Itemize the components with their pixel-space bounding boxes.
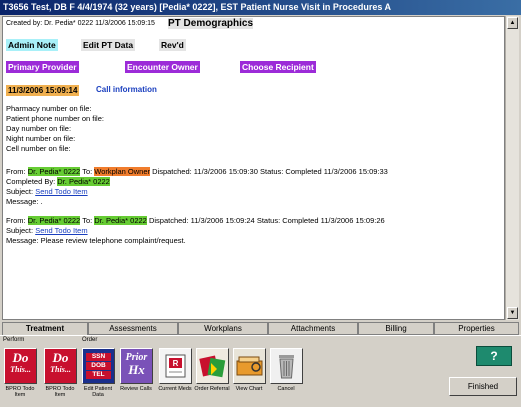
bpro-todo-label-2: BPRO Todo Item bbox=[45, 386, 75, 398]
bpro-todo-label-1: BPRO Todo Item bbox=[5, 386, 35, 398]
message-2-subject: Subject: Send Todo Item bbox=[6, 226, 88, 235]
pt-demographics-title[interactable]: PT Demographics bbox=[168, 18, 254, 29]
to-label: To: bbox=[82, 167, 93, 176]
patient-phone-line: Patient phone number on file: bbox=[6, 114, 104, 123]
encounter-owner-button[interactable]: Encounter Owner bbox=[125, 61, 200, 73]
vertical-scrollbar[interactable]: ▲ ▼ bbox=[505, 16, 519, 320]
message-1-body: Message: . bbox=[6, 197, 43, 206]
from-sender[interactable]: Dr. Pedia* 0222 bbox=[27, 167, 81, 176]
night-number-line: Night number on file: bbox=[6, 134, 76, 143]
prior-hx-icon: Prior Hx bbox=[125, 352, 148, 377]
cancel-button[interactable] bbox=[270, 348, 303, 384]
day-number-line: Day number on file: bbox=[6, 124, 72, 133]
pharmacy-number-line: Pharmacy number on file: bbox=[6, 104, 92, 113]
message-1-header: From: Dr. Pedia* 0222 To: Workplan Owner… bbox=[6, 167, 388, 176]
finished-button[interactable]: Finished bbox=[449, 377, 517, 396]
message-1-subject: Subject: Send Todo Item bbox=[6, 187, 88, 196]
review-calls-label: Review Calls bbox=[120, 386, 152, 392]
order-group-label: Order bbox=[82, 337, 98, 343]
do-this-icon: Do This... bbox=[10, 350, 31, 375]
tab-workplans[interactable]: Workplans bbox=[178, 322, 268, 335]
scroll-down-icon[interactable]: ▼ bbox=[507, 307, 518, 319]
perform-group-label: Perform bbox=[3, 337, 25, 343]
order-referral-label: Order Referral bbox=[194, 386, 230, 392]
subject-label: Subject: bbox=[6, 187, 34, 196]
to-recipient[interactable]: Workplan Owner bbox=[94, 167, 151, 176]
current-meds-button[interactable]: R bbox=[159, 348, 192, 384]
review-calls-button[interactable]: Prior Hx bbox=[120, 348, 153, 384]
to-label: To: bbox=[82, 216, 93, 225]
from-label: From: bbox=[6, 216, 26, 225]
from-sender[interactable]: Dr. Pedia* 0222 bbox=[27, 216, 81, 225]
tab-attachments[interactable]: Attachments bbox=[268, 322, 358, 335]
help-icon: ? bbox=[490, 349, 498, 363]
help-button[interactable]: ? bbox=[476, 346, 512, 366]
document-pane: Created by: Dr. Pedia* 0222 11/3/2006 15… bbox=[2, 16, 505, 320]
message-1-completed: Completed By: Dr. Pedia* 0222 bbox=[6, 177, 110, 186]
tab-strip: Treatment Assessments Workplans Attachme… bbox=[2, 322, 519, 336]
subject-link[interactable]: Send Todo Item bbox=[35, 226, 87, 235]
primary-provider-button[interactable]: Primary Provider bbox=[6, 61, 79, 73]
current-meds-label: Current Meds bbox=[158, 386, 192, 392]
dispatched-time: Dispatched: 11/3/2006 15:09:24 bbox=[148, 216, 255, 225]
cell-number-line: Cell number on file: bbox=[6, 144, 71, 153]
order-referral-button[interactable] bbox=[196, 348, 229, 384]
bpro-todo-button-2[interactable]: Do This... bbox=[44, 348, 77, 384]
window-title: T3656 Test, DB F 4/4/1974 (32 years) [Pe… bbox=[0, 0, 521, 15]
admin-note-button[interactable]: Admin Note bbox=[6, 39, 58, 51]
edit-patient-data-button[interactable]: SSN DOB TEL bbox=[82, 348, 115, 384]
call-timestamp: 11/3/2006 15:09:14 bbox=[6, 85, 80, 96]
trash-icon bbox=[279, 355, 294, 379]
rx-icon: R bbox=[165, 354, 186, 378]
view-chart-button[interactable] bbox=[233, 348, 266, 384]
tab-billing[interactable]: Billing bbox=[358, 322, 434, 335]
subject-link[interactable]: Send Todo Item bbox=[35, 187, 87, 196]
created-by-line: Created by: Dr. Pedia* 0222 11/3/2006 15… bbox=[6, 20, 155, 27]
choose-recipient-button[interactable]: Choose Recipient bbox=[240, 61, 316, 73]
subject-label: Subject: bbox=[6, 226, 34, 235]
view-chart-label: View Chart bbox=[235, 386, 263, 392]
tab-treatment[interactable]: Treatment bbox=[2, 322, 88, 336]
tab-assessments[interactable]: Assessments bbox=[88, 322, 178, 335]
to-recipient[interactable]: Dr. Pedia* 0222 bbox=[94, 216, 147, 225]
referral-icon bbox=[199, 355, 226, 378]
completed-label: Completed By: bbox=[6, 177, 56, 186]
from-label: From: bbox=[6, 167, 26, 176]
tab-properties[interactable]: Properties bbox=[434, 322, 519, 335]
svg-text:R: R bbox=[173, 359, 179, 368]
message-2-body: Message: Please review telephone complai… bbox=[6, 236, 186, 245]
message-2-header: From: Dr. Pedia* 0222 To: Dr. Pedia* 022… bbox=[6, 216, 385, 225]
bpro-todo-button-1[interactable]: Do This... bbox=[4, 348, 37, 384]
chart-icon bbox=[236, 356, 263, 376]
ssn-dob-tel-icon: SSN DOB TEL bbox=[83, 349, 114, 379]
cancel-label: Cancel bbox=[277, 386, 295, 392]
call-information-link[interactable]: Call information bbox=[96, 85, 157, 94]
edit-pt-data-button[interactable]: Edit PT Data bbox=[81, 39, 136, 51]
status-text: Status: Completed 11/3/2006 15:09:26 bbox=[256, 216, 385, 225]
scroll-up-icon[interactable]: ▲ bbox=[507, 17, 518, 29]
dispatched-time: Dispatched: 11/3/2006 15:09:30 bbox=[152, 167, 258, 176]
edit-patient-data-label: Edit Patient Data bbox=[83, 386, 113, 398]
status-text: Status: Completed 11/3/2006 15:09:33 bbox=[259, 167, 388, 176]
revd-button[interactable]: Rev'd bbox=[159, 39, 186, 51]
bottom-toolbar: Perform Order Do This... BPRO Todo Item D… bbox=[0, 335, 521, 407]
completed-by[interactable]: Dr. Pedia* 0222 bbox=[57, 177, 110, 186]
do-this-icon: Do This... bbox=[50, 350, 71, 375]
